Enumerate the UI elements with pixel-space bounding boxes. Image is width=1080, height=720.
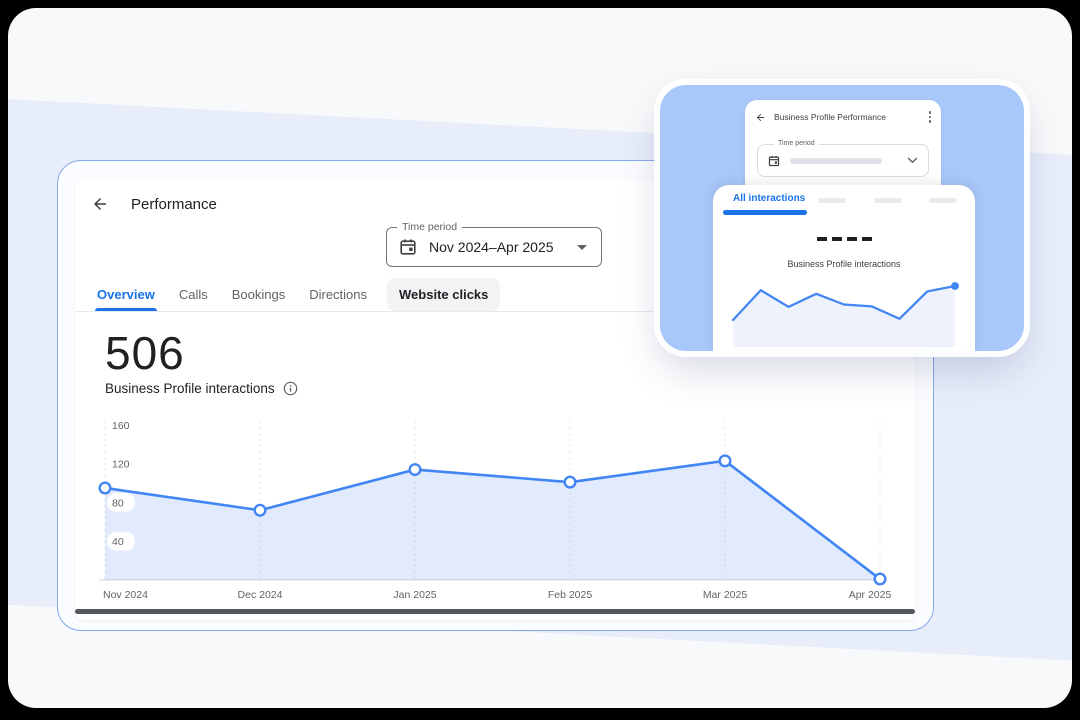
calendar-icon [768, 155, 780, 167]
tab-label: Overview [97, 287, 155, 302]
info-icon[interactable] [283, 381, 298, 396]
phone-page-title: Business Profile Performance [774, 112, 886, 122]
svg-text:160: 160 [112, 420, 130, 432]
phone-mini-line-chart [728, 275, 960, 349]
interactions-area-chart[interactable]: 160 120 80 40 Nov 2024 Dec 2024 Jan 2025 Feb 20… [95, 415, 900, 607]
calendar-icon [399, 238, 417, 256]
tab-bookings[interactable]: Bookings [228, 278, 289, 311]
time-period-value: Nov 2024–Apr 2025 [429, 239, 554, 255]
active-tab-underline [723, 210, 807, 215]
svg-text:Dec 2024: Dec 2024 [238, 589, 283, 601]
tab-label: Bookings [232, 287, 285, 302]
tab-bar: Overview Calls Bookings Directions Websi… [93, 278, 500, 311]
redacted-time-period-value [790, 158, 882, 164]
back-icon[interactable] [91, 195, 109, 213]
phone-time-period-select[interactable]: Time period [757, 144, 929, 177]
tab-website-clicks[interactable]: Website clicks [387, 278, 500, 311]
app-canvas: Performance Time period Nov 2024–Apr 202… [8, 8, 1072, 708]
svg-text:Mar 2025: Mar 2025 [703, 589, 748, 601]
phone-metric-caption: Business Profile interactions [713, 259, 975, 269]
metric-value: 506 [105, 326, 185, 380]
time-period-label: Time period [397, 221, 462, 233]
svg-text:Jan 2025: Jan 2025 [393, 589, 436, 601]
kebab-menu-icon[interactable] [927, 109, 933, 124]
svg-text:80: 80 [112, 497, 124, 509]
metric-label-row: Business Profile interactions [105, 381, 298, 396]
dropdown-arrow-icon [577, 245, 587, 250]
tab-label: Website clicks [399, 287, 488, 302]
back-icon[interactable] [755, 112, 766, 123]
svg-text:120: 120 [112, 459, 130, 471]
phone-tab-placeholders [818, 198, 957, 203]
page-title: Performance [131, 196, 217, 213]
tab-label: Directions [309, 287, 367, 302]
phone-overlay-card: Business Profile Performance Time period [660, 85, 1024, 351]
tab-label: Calls [179, 287, 208, 302]
window-header: Performance [91, 192, 217, 216]
tab-calls[interactable]: Calls [175, 278, 212, 311]
metric-label: Business Profile interactions [105, 381, 275, 396]
tab-overview[interactable]: Overview [93, 278, 159, 311]
tab-directions[interactable]: Directions [305, 278, 371, 311]
phone-screen-chart-card: All interactions Business Profile intera… [713, 185, 975, 351]
phone-header: Business Profile Performance [755, 108, 933, 126]
phone-time-period-label: Time period [774, 140, 819, 147]
time-period-select[interactable]: Time period Nov 2024–Apr 2025 [386, 227, 602, 267]
chevron-down-icon [907, 157, 918, 164]
window-bottom-bar [75, 609, 915, 614]
svg-text:Feb 2025: Feb 2025 [548, 589, 593, 601]
phone-tab-all-interactions[interactable]: All interactions [733, 193, 805, 204]
svg-text:Nov 2024: Nov 2024 [103, 589, 148, 601]
redacted-metric-value [713, 237, 975, 241]
svg-text:Apr 2025: Apr 2025 [849, 589, 892, 601]
svg-text:40: 40 [112, 536, 124, 548]
